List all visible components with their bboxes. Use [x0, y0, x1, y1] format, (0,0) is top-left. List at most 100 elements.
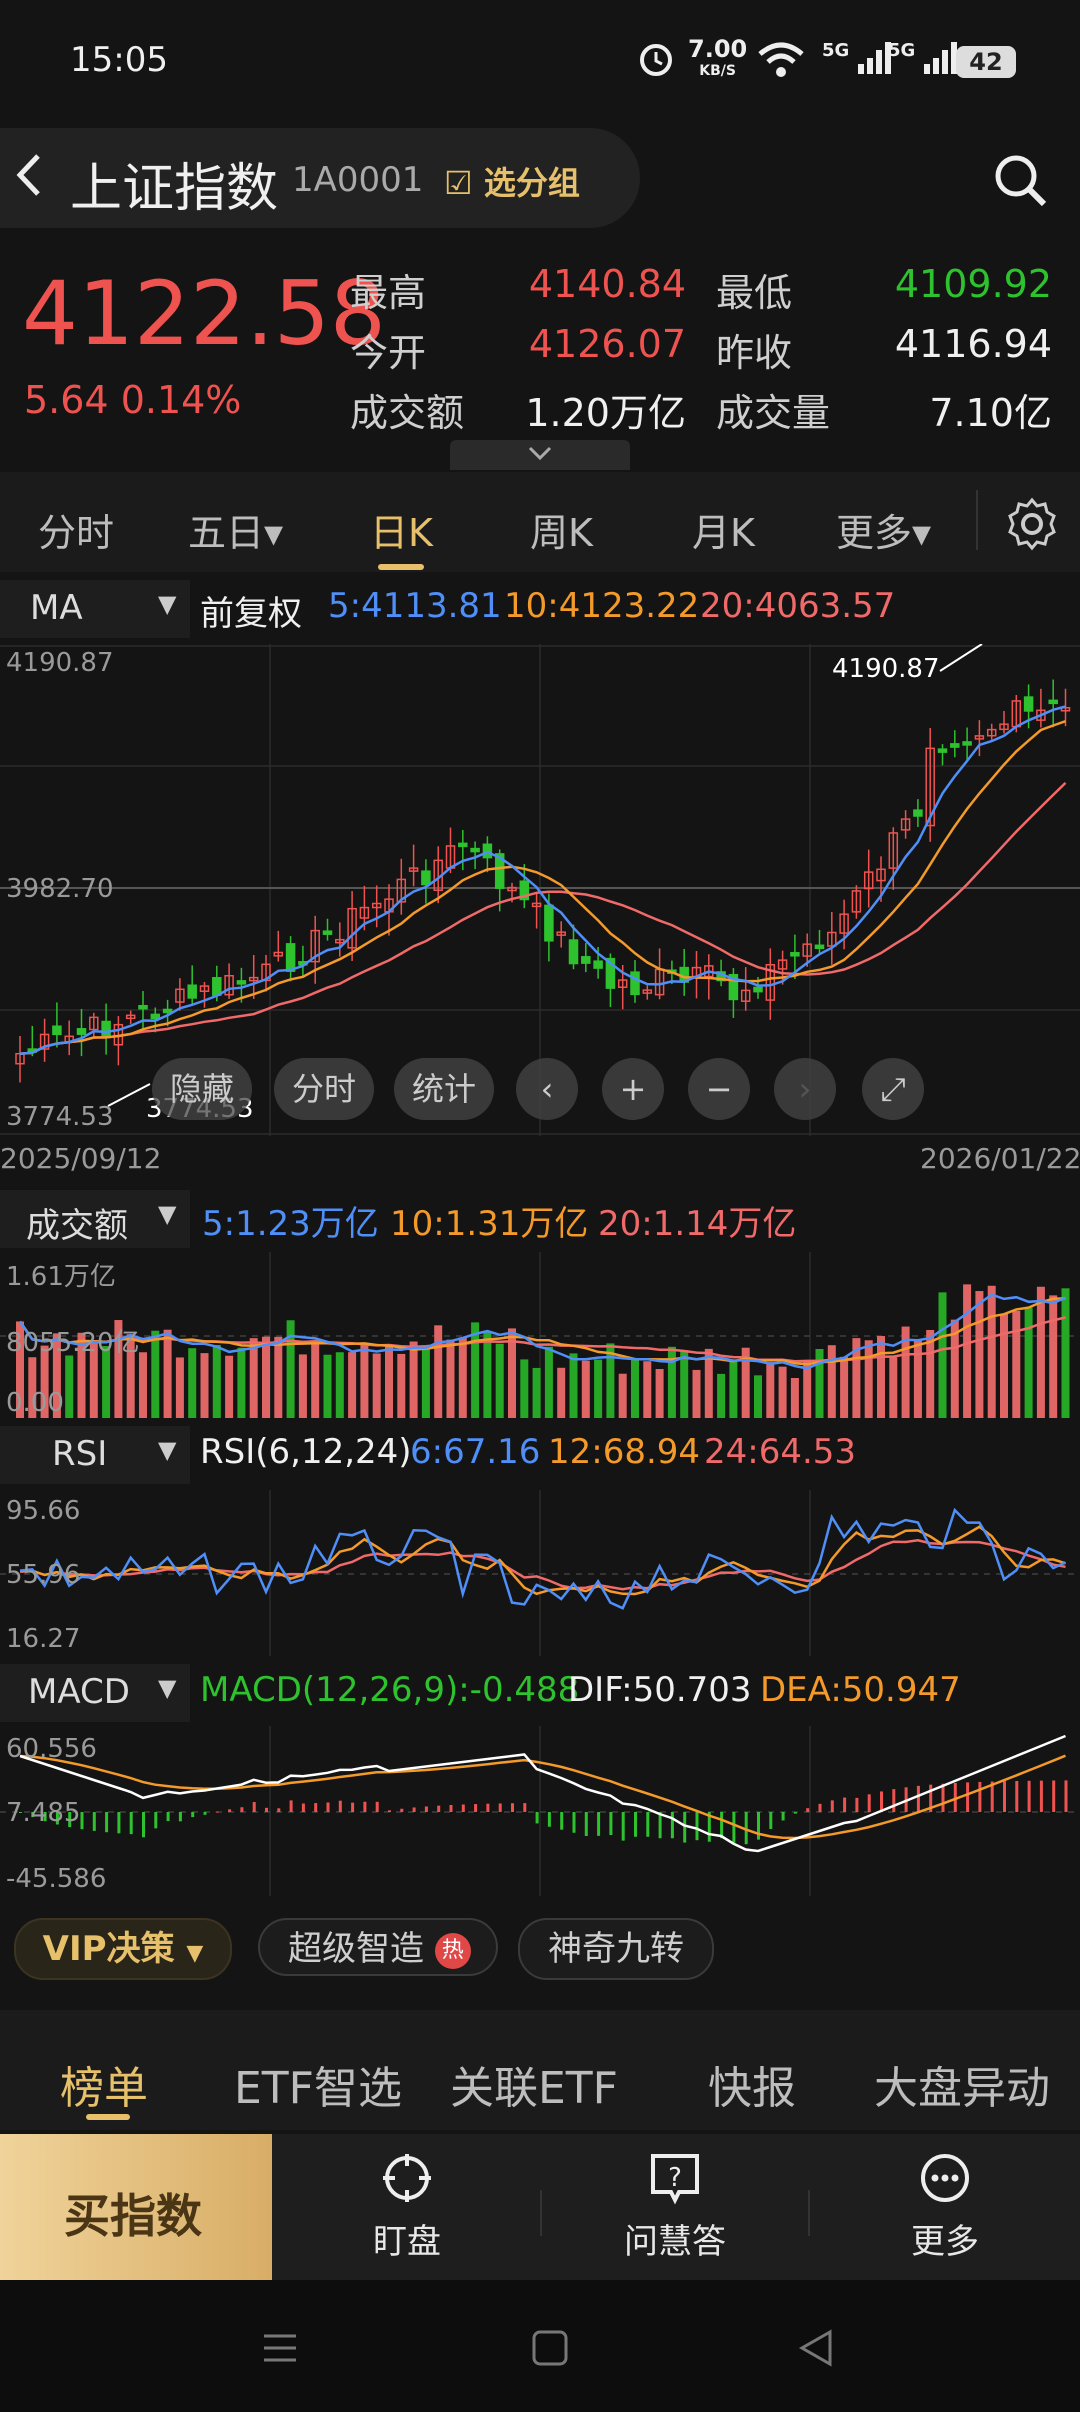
volume-bar: [409, 1341, 418, 1418]
macd-bar: [474, 1804, 478, 1812]
candle: [322, 930, 333, 935]
signal-label-2: 5G: [888, 40, 916, 61]
volume-bar: [225, 1355, 234, 1418]
volume-bar: [212, 1344, 221, 1418]
dropdown-triangle-icon: ▼: [158, 1200, 177, 1228]
tab-daily-k[interactable]: 日K: [370, 502, 433, 557]
net-speed-unit: KB/S: [699, 63, 736, 79]
select-group-button[interactable]: ☑ 选分组: [444, 158, 580, 204]
volume-value: 7.10亿: [929, 391, 1052, 435]
qa-button[interactable]: ? 问慧答: [610, 2150, 740, 2263]
search-icon[interactable]: [990, 150, 1050, 210]
macd-bar: [166, 1812, 170, 1822]
ma-indicator-label: MA: [30, 588, 83, 628]
buy-index-button[interactable]: 买指数: [0, 2134, 272, 2280]
high-label: 最高: [350, 271, 427, 315]
vol-ma20: 20:1.14万亿: [598, 1204, 797, 1244]
back-icon[interactable]: [14, 150, 44, 211]
volume-bar: [827, 1345, 836, 1418]
ma-indicator-select[interactable]: MA ▼: [0, 580, 190, 638]
rsi-indicator-select[interactable]: RSI ▼: [0, 1426, 190, 1484]
candle: [138, 1004, 148, 1010]
macd-bar: [523, 1803, 527, 1812]
adjust-mode[interactable]: 前复权: [200, 586, 302, 635]
settings-gear-icon[interactable]: [1004, 496, 1060, 556]
magic-nine-chip[interactable]: 神奇九转: [518, 1918, 714, 1980]
volume-bar: [766, 1362, 775, 1418]
vip-decision-chip[interactable]: VIP决策 ▼: [14, 1918, 232, 1980]
hide-button[interactable]: 隐藏: [152, 1058, 252, 1120]
macd-bar: [314, 1803, 318, 1812]
tab-market-alert[interactable]: 大盘异动: [874, 2052, 1050, 2116]
macd-bar: [228, 1809, 232, 1812]
volume-bar: [717, 1373, 726, 1418]
volume-label: 成交量: [716, 391, 831, 435]
super-manufacturing-chip[interactable]: 超级智造 热: [258, 1918, 498, 1976]
back-nav-icon[interactable]: [796, 2328, 836, 2368]
intraday-button[interactable]: 分时: [274, 1058, 374, 1120]
tab-news-flash[interactable]: 快报: [708, 2052, 796, 2116]
volume-bar: [434, 1325, 443, 1418]
open-label: 今开: [350, 331, 427, 375]
rsi-chart[interactable]: [0, 1490, 1080, 1656]
high-value: 4140.84: [528, 262, 686, 306]
prev-close-label: 昨收: [716, 331, 793, 375]
volume-bar: [65, 1355, 74, 1418]
tab-five-day[interactable]: 五日▾: [188, 502, 283, 557]
volume-bar: [249, 1338, 258, 1418]
volume-bar: [200, 1353, 209, 1418]
candle: [962, 741, 972, 746]
candle: [236, 980, 247, 985]
signal-icon-2: 5G: [888, 40, 958, 76]
dea-value: DEA:50.947: [760, 1670, 961, 1710]
index-code: 1A0001: [292, 160, 424, 200]
volume-bar: [262, 1336, 270, 1418]
tab-more[interactable]: 更多▾: [836, 502, 931, 557]
macd-bar: [941, 1783, 945, 1812]
volume-bar: [557, 1367, 566, 1418]
scroll-right-icon[interactable]: ›: [774, 1058, 836, 1120]
volume-bar: [151, 1330, 160, 1418]
candle: [162, 1008, 173, 1014]
volume-bar: [963, 1284, 972, 1418]
volume-chart[interactable]: [0, 1252, 1080, 1418]
macd-bar: [757, 1812, 760, 1840]
macd-bar: [572, 1812, 576, 1833]
vol-ma5: 5:1.23万亿: [202, 1204, 379, 1244]
macd-indicator-select[interactable]: MACD ▼: [0, 1664, 190, 1722]
macd-chart[interactable]: [0, 1726, 1080, 1896]
page-title: 上证指数: [70, 159, 279, 219]
volume-bar: [520, 1359, 529, 1418]
macd-bar: [265, 1807, 268, 1812]
net-speed-value: 7.00: [688, 35, 748, 63]
tab-intraday[interactable]: 分时: [38, 502, 114, 557]
qa-label: 问慧答: [624, 2222, 726, 2262]
tab-related-etf[interactable]: 关联ETF: [450, 2052, 618, 2116]
collapse-quote-button[interactable]: [450, 440, 630, 470]
volume-bar: [754, 1375, 762, 1418]
menu-icon[interactable]: [260, 2328, 300, 2368]
tab-etf-select[interactable]: ETF智选: [234, 2052, 402, 2116]
home-icon[interactable]: [530, 2328, 570, 2368]
more-button[interactable]: 更多: [880, 2150, 1010, 2263]
tab-monthly-k[interactable]: 月K: [692, 502, 755, 557]
volume-indicator-label: 成交额: [26, 1206, 128, 1246]
macd-bar: [830, 1800, 834, 1812]
stats-button[interactable]: 统计: [394, 1058, 494, 1120]
more-label: 更多: [911, 2222, 979, 2262]
zoom-out-icon[interactable]: −: [688, 1058, 750, 1120]
candle: [790, 952, 800, 957]
volume-indicator-select[interactable]: 成交额 ▼: [0, 1190, 190, 1248]
super-manufacturing-label: 超级智造: [288, 1929, 424, 1969]
tab-weekly-k[interactable]: 周K: [530, 502, 593, 557]
fullscreen-icon[interactable]: ⤢: [862, 1058, 924, 1120]
macd-bar: [683, 1812, 687, 1843]
zoom-in-icon[interactable]: +: [602, 1058, 664, 1120]
volume-bar: [618, 1373, 627, 1418]
volume-bar: [532, 1367, 541, 1418]
volume-bar: [877, 1336, 885, 1418]
macd-bar: [1064, 1780, 1068, 1812]
watch-button[interactable]: 盯盘: [342, 2150, 472, 2263]
tab-ranking[interactable]: 榜单: [60, 2052, 148, 2116]
scroll-left-icon[interactable]: ‹: [516, 1058, 578, 1120]
